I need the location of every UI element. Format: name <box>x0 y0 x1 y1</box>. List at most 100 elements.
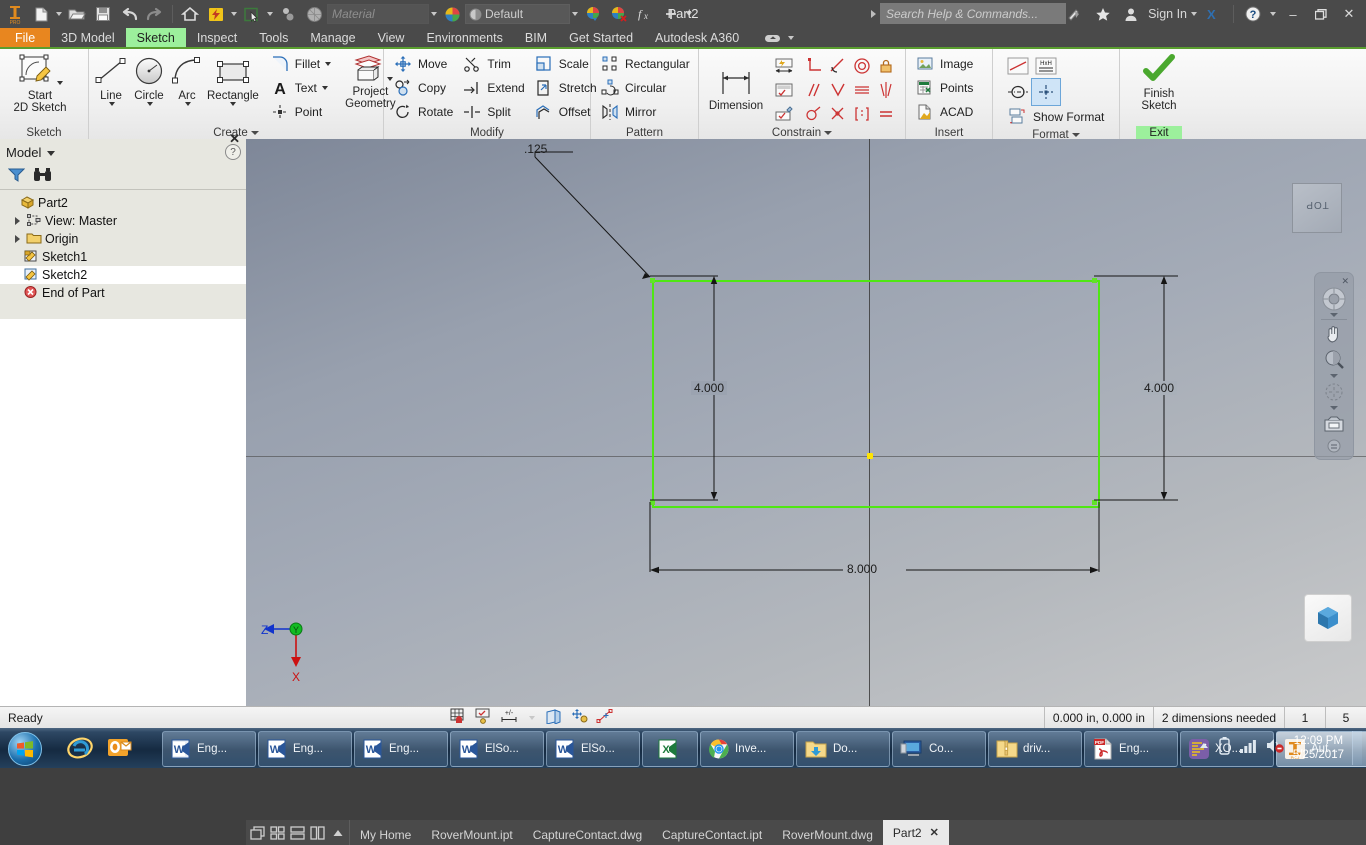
centerline-icon[interactable] <box>1003 78 1033 106</box>
trim-button[interactable]: Trim <box>457 52 528 75</box>
tree-node-part2[interactable]: Part2 <box>0 194 246 212</box>
offset-button[interactable]: Offset <box>529 100 601 123</box>
view-cube[interactable]: TOP <box>1292 183 1342 233</box>
cascade-windows-icon[interactable] <box>249 824 266 841</box>
dimension-display-icon[interactable]: +/- <box>500 708 520 729</box>
zoom-caret-icon[interactable] <box>1330 374 1338 378</box>
smooth-constraint-icon[interactable] <box>801 101 827 127</box>
browser-caret-icon[interactable] <box>47 151 56 156</box>
sketch-node-top-left[interactable] <box>650 278 655 283</box>
adjust-appearance-icon[interactable] <box>580 1 606 27</box>
select-caret-icon[interactable] <box>265 1 275 27</box>
clear-appearance-icon[interactable] <box>606 1 632 27</box>
tab-3d-model[interactable]: 3D Model <box>50 28 126 47</box>
a360-badge-icon[interactable] <box>1304 594 1352 642</box>
tree-node-sketch1[interactable]: Sketch1 <box>0 248 246 266</box>
navbar-more-icon[interactable] <box>1320 438 1348 454</box>
format-panel-caret-icon[interactable] <box>1071 132 1080 137</box>
tree-twisty-origin[interactable] <box>12 235 23 243</box>
restore-button[interactable] <box>1308 1 1334 27</box>
tab-get-started[interactable]: Get Started <box>558 28 644 47</box>
help-icon[interactable]: ? <box>1240 1 1266 27</box>
driven-dimension-icon[interactable]: HxH <box>1031 52 1061 80</box>
taskbar-button-drive[interactable]: driv... <box>988 731 1082 767</box>
finish-sketch-button[interactable]: Finish Sketch <box>1128 52 1190 112</box>
cloud-status-icon[interactable] <box>764 28 796 47</box>
taskbar-button-computer[interactable]: Co... <box>892 731 986 767</box>
user-account-icon[interactable] <box>1118 1 1144 27</box>
material-sphere-icon[interactable] <box>301 1 327 27</box>
sign-in-caret-icon[interactable] <box>1189 1 1199 27</box>
help-caret-icon[interactable] <box>1268 1 1278 27</box>
taskbar-button-downloads[interactable]: Do... <box>796 731 890 767</box>
dimension-value-bottom-horizontal[interactable]: 8.000 <box>847 562 877 576</box>
extend-button[interactable]: Extend <box>457 76 528 99</box>
taskbar-button-word-3[interactable]: W Eng... <box>354 731 448 767</box>
collinear-constraint-icon[interactable] <box>849 77 875 103</box>
text-button[interactable]: A Text <box>265 76 335 99</box>
fix-constraint-icon[interactable] <box>873 53 899 79</box>
rotate-button[interactable]: Rotate <box>388 100 457 123</box>
arc-caret-icon[interactable] <box>184 102 191 106</box>
tile-horizontal-icon[interactable] <box>289 824 306 841</box>
update-caret-icon[interactable] <box>229 1 239 27</box>
horizontal-constraint-icon[interactable] <box>825 101 851 127</box>
network-signal-icon[interactable] <box>1239 738 1257 759</box>
redo-arrow-icon[interactable] <box>142 1 168 27</box>
acad-button[interactable]: ACAD <box>910 100 977 123</box>
show-hidden-icons-icon[interactable] <box>1198 739 1210 757</box>
text-caret-icon[interactable] <box>321 85 328 90</box>
return-icon[interactable] <box>275 1 301 27</box>
undo-arrow-icon[interactable] <box>116 1 142 27</box>
slice-graphics-icon[interactable] <box>544 708 564 729</box>
points-button[interactable]: Points <box>910 76 977 99</box>
scale-button[interactable]: Scale <box>529 52 601 75</box>
taskbar-button-word-5[interactable]: W ElSo... <box>546 731 640 767</box>
tree-node-view-master[interactable]: View: Master <box>0 212 246 230</box>
doc-tab-rovermount-dwg[interactable]: RoverMount.dwg <box>772 824 883 845</box>
start-2d-sketch-button[interactable]: Start 2D Sketch <box>4 52 76 114</box>
tab-sketch[interactable]: Sketch <box>125 28 186 47</box>
save-disk-icon[interactable] <box>90 1 116 27</box>
show-desktop-button[interactable] <box>1352 731 1362 765</box>
fillet-button[interactable]: Fillet <box>265 52 335 75</box>
line-button[interactable]: Line <box>93 52 129 109</box>
browser-help-icon[interactable]: ? <box>225 144 241 160</box>
tree-twisty-view-master[interactable] <box>12 217 23 225</box>
vertical-constraint-icon[interactable] <box>849 101 875 127</box>
create-panel-caret-icon[interactable] <box>250 131 259 135</box>
doc-tab-capturecontact-dwg[interactable]: CaptureContact.dwg <box>523 824 652 845</box>
constraint-settings-icon[interactable] <box>771 77 797 103</box>
construction-line-icon[interactable] <box>1003 52 1033 80</box>
navbar-close-icon[interactable]: ✕ <box>1341 277 1349 286</box>
symmetric-constraint-icon[interactable] <box>873 77 899 103</box>
tab-view[interactable]: View <box>367 28 416 47</box>
zoom-magnifier-icon[interactable] <box>1320 348 1348 372</box>
sketch-node-bottom-right[interactable] <box>1092 500 1097 505</box>
taskbar-button-word-4[interactable]: W ElSo... <box>450 731 544 767</box>
tree-node-end-of-part[interactable]: End of Part <box>0 284 246 302</box>
new-document-caret-icon[interactable] <box>54 1 64 27</box>
add-to-toolbar-icon[interactable] <box>658 1 684 27</box>
sign-in-label[interactable]: Sign In <box>1148 7 1187 21</box>
outlook-icon[interactable] <box>106 735 134 766</box>
start-button[interactable] <box>8 732 42 766</box>
look-at-camera-icon[interactable] <box>1320 412 1348 436</box>
start-2d-sketch-caret-icon[interactable] <box>56 81 63 85</box>
taskbar-button-pdf[interactable]: PDF Eng... <box>1084 731 1178 767</box>
home-icon[interactable] <box>177 1 203 27</box>
search-input[interactable] <box>880 3 1066 24</box>
taskbar-button-word-1[interactable]: W Eng... <box>162 731 256 767</box>
doc-tab-part2[interactable]: Part2 ✕ <box>882 820 949 845</box>
rectangle-caret-icon[interactable] <box>230 102 237 106</box>
doc-tab-rovermount-ipt[interactable]: RoverMount.ipt <box>421 824 522 845</box>
dimension-value-left-vertical[interactable]: 4.000 <box>691 381 728 395</box>
image-button[interactable]: Image <box>910 52 977 75</box>
select-cursor-icon[interactable] <box>239 1 265 27</box>
snap-to-grid-icon[interactable] <box>450 708 468 729</box>
tab-file[interactable]: File <box>0 28 51 47</box>
toolbar-overflow-caret-icon[interactable] <box>684 1 694 27</box>
doc-tab-capturecontact-ipt[interactable]: CaptureContact.ipt <box>652 824 772 845</box>
find-binoculars-icon[interactable] <box>33 167 52 188</box>
favorites-star-icon[interactable] <box>1090 1 1116 27</box>
